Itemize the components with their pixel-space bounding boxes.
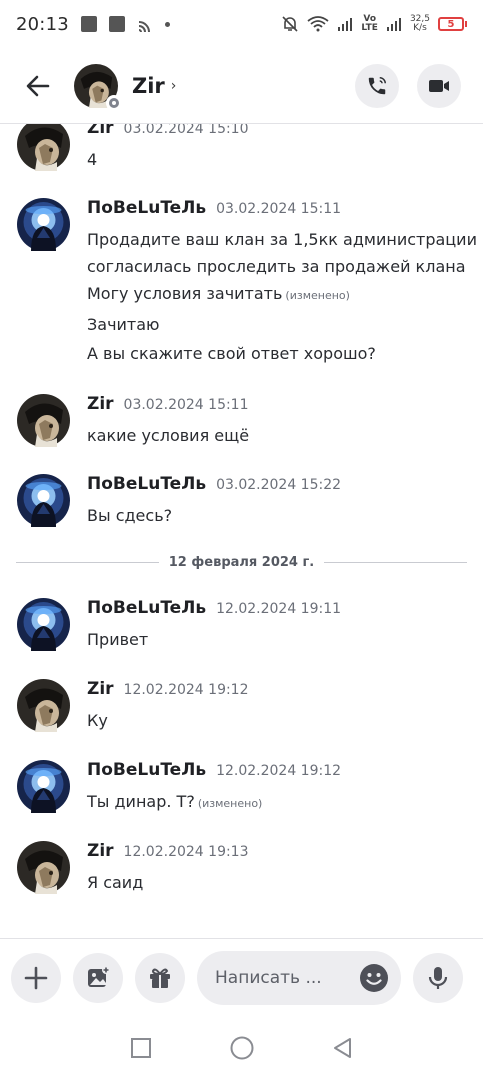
- microphone-icon: [428, 966, 448, 989]
- message-text[interactable]: Вы сдесь?: [87, 502, 473, 529]
- message-composer: [0, 938, 483, 1016]
- edited-label: (изменено): [197, 797, 263, 810]
- message-text[interactable]: Зачитаю: [87, 311, 473, 338]
- message-timestamp: 12.02.2024 19:12: [123, 682, 249, 698]
- notification-icon: [80, 16, 97, 32]
- speed-unit: K/s: [413, 23, 427, 33]
- avatar[interactable]: [17, 760, 70, 813]
- message-timestamp: 12.02.2024 19:11: [216, 601, 342, 617]
- message-author[interactable]: Zir: [87, 394, 114, 414]
- message-author[interactable]: ПоBeLuTeЛь: [87, 760, 206, 780]
- message-timestamp: 03.02.2024 15:11: [123, 397, 249, 413]
- system-navigation-bar: [0, 1016, 483, 1080]
- chevron-right-icon[interactable]: ›: [171, 78, 177, 94]
- avatar[interactable]: [17, 394, 70, 447]
- system-back-button[interactable]: [329, 1034, 357, 1062]
- signal-icon-2: [386, 18, 401, 31]
- avatar[interactable]: [17, 198, 70, 251]
- more-notifications-icon: [164, 21, 170, 27]
- plus-icon: [24, 966, 48, 989]
- message-input[interactable]: [215, 967, 335, 988]
- message-timestamp: 03.02.2024 15:22: [216, 477, 342, 493]
- gift-icon: [150, 968, 170, 988]
- message-author[interactable]: ПоBeLuTeЛь: [87, 598, 206, 618]
- message-author[interactable]: ПоBeLuTeЛь: [87, 474, 206, 494]
- date-divider: 12 февраля 2024 г.: [16, 552, 468, 572]
- avatar[interactable]: [17, 598, 70, 651]
- home-icon: [230, 1036, 253, 1060]
- signal-icon: [338, 18, 353, 31]
- status-time: 20:13: [16, 13, 69, 35]
- message-text[interactable]: Продадите ваш клан за 1,5кк администраци…: [87, 226, 477, 253]
- emoji-icon[interactable]: [359, 963, 389, 993]
- status-bar: 20:13 Vo LTE 32,5 K/s 5: [0, 0, 483, 48]
- add-attachment-button[interactable]: [11, 952, 61, 1003]
- voice-message-button[interactable]: [413, 952, 463, 1003]
- avatar[interactable]: [17, 474, 70, 527]
- back-button[interactable]: [18, 66, 58, 106]
- message-text[interactable]: Ку: [87, 707, 473, 734]
- date-divider-label: 12 февраля 2024 г.: [168, 554, 315, 570]
- message-author[interactable]: Zir: [87, 124, 114, 138]
- message-author[interactable]: ПоBeLuTeЛь: [87, 198, 206, 218]
- recent-apps-button[interactable]: [127, 1034, 155, 1062]
- notification-icon-2: [108, 16, 125, 32]
- battery-level: 5: [438, 17, 464, 31]
- contact-name[interactable]: Zir: [132, 74, 165, 98]
- image-icon: [88, 965, 110, 987]
- chat-header: Zir ›: [0, 48, 483, 124]
- message-timestamp: 12.02.2024 19:13: [123, 844, 249, 860]
- message-text[interactable]: Привет: [87, 626, 473, 653]
- wifi-icon: [307, 16, 329, 32]
- message-timestamp: 03.02.2024 15:11: [216, 201, 342, 217]
- message-text[interactable]: согласилась проследить за продажей клана: [87, 253, 473, 280]
- message-text[interactable]: Я саид: [87, 869, 473, 896]
- muted-bell-icon: [282, 16, 298, 32]
- message-author[interactable]: Zir: [87, 679, 114, 699]
- presence-offline-indicator: [106, 94, 122, 111]
- message-text[interactable]: Ты динар. Т? (изменено): [87, 788, 473, 817]
- message-timestamp: 03.02.2024 15:10: [123, 124, 249, 137]
- network-speed: 32,5 K/s: [410, 15, 430, 33]
- battery-icon: 5: [438, 17, 467, 31]
- volte-indicator: Vo LTE: [361, 15, 378, 33]
- arrow-left-icon: [26, 75, 50, 96]
- message-timestamp: 12.02.2024 19:12: [216, 763, 342, 779]
- volte-bottom: LTE: [361, 23, 378, 33]
- recent-apps-icon: [130, 1038, 151, 1058]
- contact-avatar[interactable]: [74, 64, 122, 111]
- phone-icon: [368, 76, 386, 94]
- media-button[interactable]: [73, 952, 123, 1003]
- avatar[interactable]: [17, 124, 70, 171]
- message-list[interactable]: Zir 03.02.2024 15:10 4 ПоBeLuTeЛь 03.02.…: [0, 124, 483, 938]
- home-button[interactable]: [228, 1034, 256, 1062]
- back-triangle-icon: [333, 1038, 351, 1058]
- gift-button[interactable]: [135, 952, 185, 1003]
- message-author[interactable]: Zir: [87, 841, 114, 861]
- cast-icon: [138, 21, 150, 32]
- voice-call-button[interactable]: [355, 63, 399, 108]
- message-text[interactable]: 4: [87, 146, 473, 173]
- avatar[interactable]: [17, 679, 70, 732]
- video-call-button[interactable]: [417, 63, 461, 108]
- avatar[interactable]: [17, 841, 70, 894]
- message-input-container[interactable]: [197, 950, 401, 1005]
- message-text[interactable]: какие условия ещё: [87, 422, 473, 449]
- message-text[interactable]: А вы скажите свой ответ хорошо?: [87, 340, 473, 367]
- message-text[interactable]: Могу условия зачитать (изменено): [87, 280, 473, 309]
- edited-label: (изменено): [285, 289, 350, 302]
- video-camera-icon: [429, 79, 449, 92]
